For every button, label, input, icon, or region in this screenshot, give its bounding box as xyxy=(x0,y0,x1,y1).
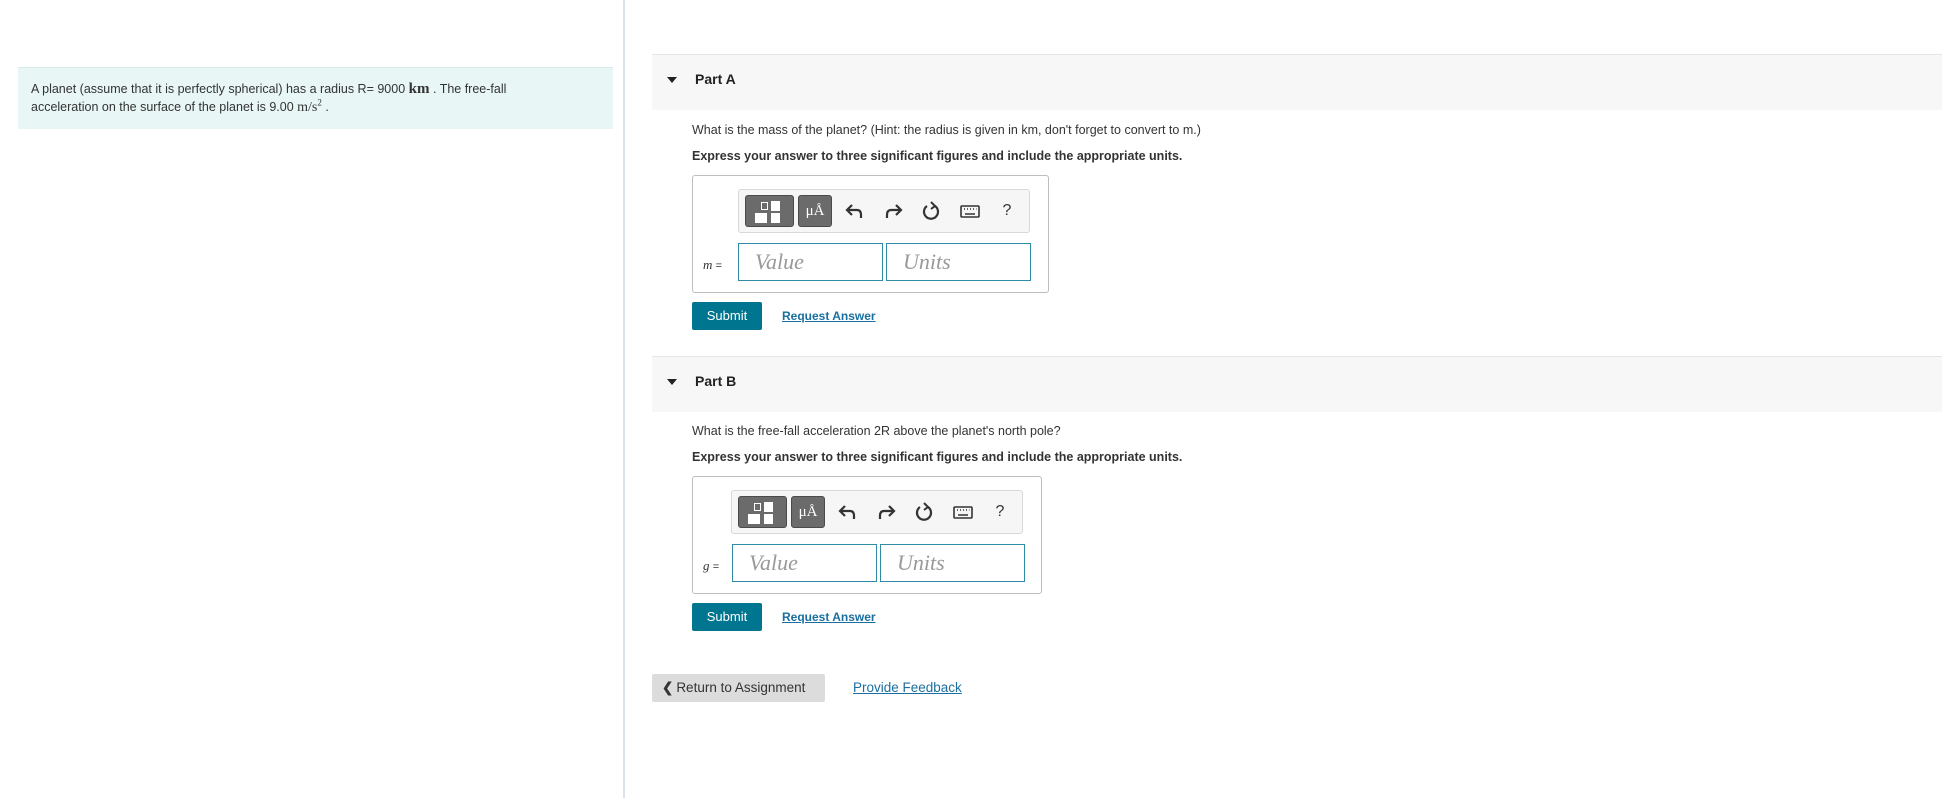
part-a-question: What is the mass of the planet? (Hint: t… xyxy=(692,123,1201,137)
part-a-submit-button[interactable]: Submit xyxy=(692,302,762,330)
help-icon[interactable]: ? xyxy=(988,500,1012,524)
radius-unit: km xyxy=(408,81,430,97)
keyboard-icon[interactable] xyxy=(951,500,975,524)
templates-button[interactable] xyxy=(745,195,794,227)
part-a-instruction: Express your answer to three significant… xyxy=(692,149,1183,163)
collapse-caret-icon[interactable] xyxy=(667,77,677,83)
undo-icon[interactable] xyxy=(843,199,867,223)
return-label: Return to Assignment xyxy=(676,680,806,695)
part-b-answer-box: μÅ ? g = Value Units xyxy=(692,476,1042,594)
value-input[interactable]: Value xyxy=(732,544,877,582)
accel-unit: m/s2 xyxy=(297,97,322,115)
part-b-submit-button[interactable]: Submit xyxy=(692,603,762,631)
problem-text-3: acceleration on the surface of the plane… xyxy=(31,100,294,114)
math-toolbar: μÅ ? xyxy=(731,490,1023,534)
part-a-title: Part A xyxy=(695,71,736,87)
part-b-header[interactable]: Part B xyxy=(652,356,1942,412)
units-button[interactable]: μÅ xyxy=(798,195,832,227)
part-a-request-answer-link[interactable]: Request Answer xyxy=(782,309,876,323)
reset-icon[interactable] xyxy=(912,500,936,524)
templates-button[interactable] xyxy=(738,496,787,528)
value-input[interactable]: Value xyxy=(738,243,883,281)
chevron-left-icon: ❮ xyxy=(662,680,674,695)
help-icon[interactable]: ? xyxy=(995,199,1019,223)
keyboard-icon[interactable] xyxy=(958,199,982,223)
part-b-instruction: Express your answer to three significant… xyxy=(692,450,1183,464)
units-button[interactable]: μÅ xyxy=(791,496,825,528)
part-a-answer-box: μÅ ? m = Value Units xyxy=(692,175,1049,293)
return-to-assignment-button[interactable]: ❮ Return to Assignment xyxy=(652,674,825,702)
problem-text-2: . The free-fall xyxy=(432,82,507,96)
part-b-title: Part B xyxy=(695,373,737,389)
part-b-request-answer-link[interactable]: Request Answer xyxy=(782,610,876,624)
problem-pane: A planet (assume that it is perfectly sp… xyxy=(0,0,625,798)
collapse-caret-icon[interactable] xyxy=(667,379,677,385)
undo-icon[interactable] xyxy=(836,500,860,524)
redo-icon[interactable] xyxy=(881,199,905,223)
units-input[interactable]: Units xyxy=(886,243,1031,281)
math-toolbar: μÅ ? xyxy=(738,189,1030,233)
reset-icon[interactable] xyxy=(919,199,943,223)
variable-label-m: m = xyxy=(703,257,723,272)
problem-text-1: A planet (assume that it is perfectly sp… xyxy=(31,82,406,96)
variable-label-g: g = xyxy=(703,558,720,573)
problem-statement: A planet (assume that it is perfectly sp… xyxy=(18,67,613,129)
units-input[interactable]: Units xyxy=(880,544,1025,582)
problem-text-4: . xyxy=(325,100,329,114)
part-a-header[interactable]: Part A xyxy=(652,54,1942,110)
redo-icon[interactable] xyxy=(874,500,898,524)
provide-feedback-link[interactable]: Provide Feedback xyxy=(853,680,962,695)
part-b-question: What is the free-fall acceleration 2R ab… xyxy=(692,424,1061,438)
